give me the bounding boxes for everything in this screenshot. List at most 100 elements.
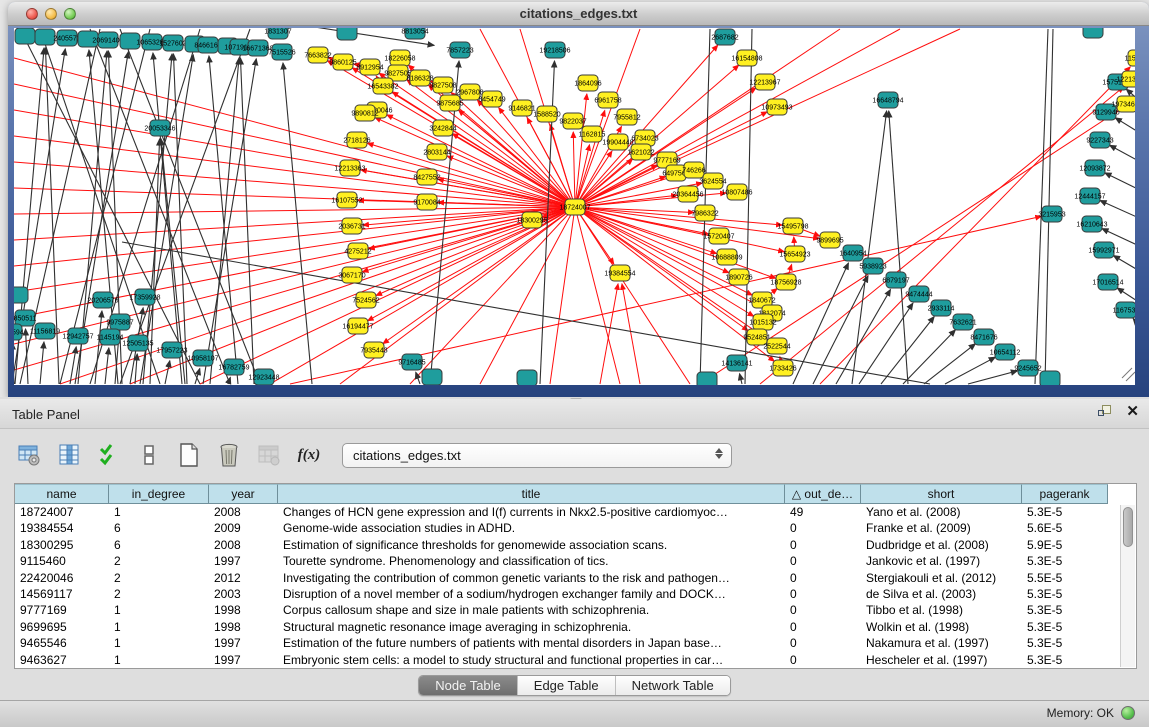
table-cell[interactable]: 9115460: [15, 553, 109, 569]
table-cell[interactable]: 6: [109, 520, 209, 536]
table-selector-dropdown[interactable]: citations_edges.txt: [342, 443, 732, 468]
table-cell[interactable]: 1997: [209, 652, 278, 668]
table-cell[interactable]: 0: [785, 635, 861, 651]
graph-node[interactable]: 1864096: [574, 75, 601, 91]
table-cell[interactable]: Yano et al. (2008): [861, 504, 1022, 520]
graph-node[interactable]: 16107552: [331, 192, 362, 208]
graph-node[interactable]: [35, 29, 55, 45]
table-cell[interactable]: 1998: [209, 602, 278, 618]
graph-node[interactable]: 1015132: [749, 314, 776, 330]
graph-node[interactable]: 6879197: [882, 272, 909, 288]
table-cell[interactable]: 1997: [209, 553, 278, 569]
table-cell[interactable]: 2: [109, 570, 209, 586]
graph-node[interactable]: 3067170: [338, 267, 365, 283]
table-cell[interactable]: Hescheler et al. (1997): [861, 652, 1022, 668]
graph-node[interactable]: 7524562: [352, 292, 379, 308]
table-cell[interactable]: 1998: [209, 619, 278, 635]
network-canvas-svg[interactable]: 2405572206914061065328715276028466160107…: [14, 28, 1135, 385]
table-cell[interactable]: 6: [109, 537, 209, 553]
graph-node[interactable]: 15654923: [779, 246, 810, 262]
graph-node[interactable]: 1640954: [839, 245, 866, 261]
graph-node[interactable]: 12213967: [749, 74, 780, 90]
graph-node[interactable]: 1831307: [264, 28, 291, 39]
table-cell[interactable]: 9463627: [15, 652, 109, 668]
table-cell[interactable]: 5.3E-5: [1022, 635, 1108, 651]
table-cell[interactable]: 0: [785, 520, 861, 536]
graph-node[interactable]: 1527602: [159, 35, 186, 51]
table-cell[interactable]: 19384554: [15, 520, 109, 536]
graph-node[interactable]: 8813054: [401, 28, 428, 39]
table-cell[interactable]: 18300295: [15, 537, 109, 553]
graph-node[interactable]: 9975887: [106, 314, 133, 330]
graph-node[interactable]: 3242844: [429, 120, 456, 136]
table-cell[interactable]: Changes of HCN gene expression and I(f) …: [278, 504, 785, 520]
table-cell[interactable]: 5.3E-5: [1022, 619, 1108, 635]
graph-node[interactable]: 17957223: [156, 342, 187, 358]
table-cell[interactable]: Investigating the contribution of common…: [278, 570, 785, 586]
graph-node[interactable]: 18756928: [770, 274, 801, 290]
column-header[interactable]: year: [209, 484, 278, 504]
table-cell[interactable]: Embryonic stem cells: a model to study s…: [278, 652, 785, 668]
table-cell[interactable]: 1: [109, 635, 209, 651]
graph-node[interactable]: 9474444: [905, 286, 932, 302]
table-cell[interactable]: 2008: [209, 504, 278, 520]
graph-node[interactable]: 1890726: [725, 269, 752, 285]
table-cell[interactable]: 2003: [209, 586, 278, 602]
float-panel-icon[interactable]: [1098, 405, 1112, 419]
table-cell[interactable]: 22420046: [15, 570, 109, 586]
graph-node[interactable]: 7986322: [691, 205, 718, 221]
graph-node[interactable]: 2687682: [711, 29, 738, 45]
column-header[interactable]: pagerank: [1022, 484, 1108, 504]
graph-node[interactable]: 9716485: [398, 354, 425, 370]
delete-table-button[interactable]: [214, 440, 244, 470]
graph-node[interactable]: 9899695: [816, 232, 843, 248]
graph-node[interactable]: [14, 287, 28, 303]
graph-node[interactable]: 14136141: [721, 355, 752, 371]
table-vertical-scrollbar[interactable]: [1120, 505, 1135, 667]
table-cell[interactable]: Dudbridge et al. (2008): [861, 537, 1022, 553]
graph-node[interactable]: 19218506: [539, 42, 570, 58]
graph-node[interactable]: 9822037: [559, 113, 586, 129]
scrollbar-thumb[interactable]: [1123, 507, 1133, 547]
function-builder-button[interactable]: f(x): [294, 440, 324, 470]
graph-node[interactable]: 5938923: [859, 258, 886, 274]
table-cell[interactable]: 0: [785, 570, 861, 586]
network-canvas[interactable]: 2405572206914061065328715276028466160107…: [14, 28, 1135, 385]
unselect-rows-button[interactable]: [134, 440, 164, 470]
graph-node[interactable]: 9860125: [329, 54, 356, 70]
graph-node[interactable]: 12213363: [334, 160, 365, 176]
table-cell[interactable]: 0: [785, 602, 861, 618]
table-cell[interactable]: Estimation of significance thresholds fo…: [278, 537, 785, 553]
table-cell[interactable]: Franke et al. (2009): [861, 520, 1022, 536]
tab-network-table[interactable]: Network Table: [616, 676, 730, 695]
graph-node[interactable]: 1154808: [1125, 50, 1135, 66]
graph-node[interactable]: 9146821: [508, 100, 535, 116]
table-cell[interactable]: Corpus callosum shape and size in male p…: [278, 602, 785, 618]
table-cell[interactable]: 0: [785, 586, 861, 602]
graph-node[interactable]: 9227343: [1086, 132, 1113, 148]
graph-node[interactable]: 1145194: [97, 329, 124, 345]
graph-node[interactable]: 7515526: [268, 44, 295, 60]
window-titlebar[interactable]: citations_edges.txt: [8, 2, 1149, 26]
column-header[interactable]: name: [15, 484, 109, 504]
graph-node[interactable]: 746266: [682, 162, 705, 178]
graph-node[interactable]: 7632621: [949, 314, 976, 330]
table-cell[interactable]: 9465546: [15, 635, 109, 651]
graph-node[interactable]: 12942757: [62, 328, 93, 344]
table-cell[interactable]: 2009: [209, 520, 278, 536]
table-cell[interactable]: 1997: [209, 635, 278, 651]
table-row[interactable]: 2242004622012Investigating the contribut…: [15, 570, 1136, 586]
graph-node[interactable]: [422, 369, 442, 385]
table-cell[interactable]: Jankovic et al. (1997): [861, 553, 1022, 569]
graph-node[interactable]: 2522544: [763, 338, 790, 354]
table-cell[interactable]: Stergiakouli et al. (2012): [861, 570, 1022, 586]
show-columns-button[interactable]: [54, 440, 84, 470]
graph-node[interactable]: [15, 28, 35, 44]
graph-node[interactable]: 7857223: [446, 42, 473, 58]
select-all-button[interactable]: [94, 440, 124, 470]
import-table-button[interactable]: [254, 440, 284, 470]
graph-node[interactable]: 15720407: [703, 228, 734, 244]
table-cell[interactable]: 0: [785, 619, 861, 635]
graph-node[interactable]: 3215953: [1038, 206, 1065, 222]
table-row[interactable]: 1938455462009Genome-wide association stu…: [15, 520, 1136, 536]
